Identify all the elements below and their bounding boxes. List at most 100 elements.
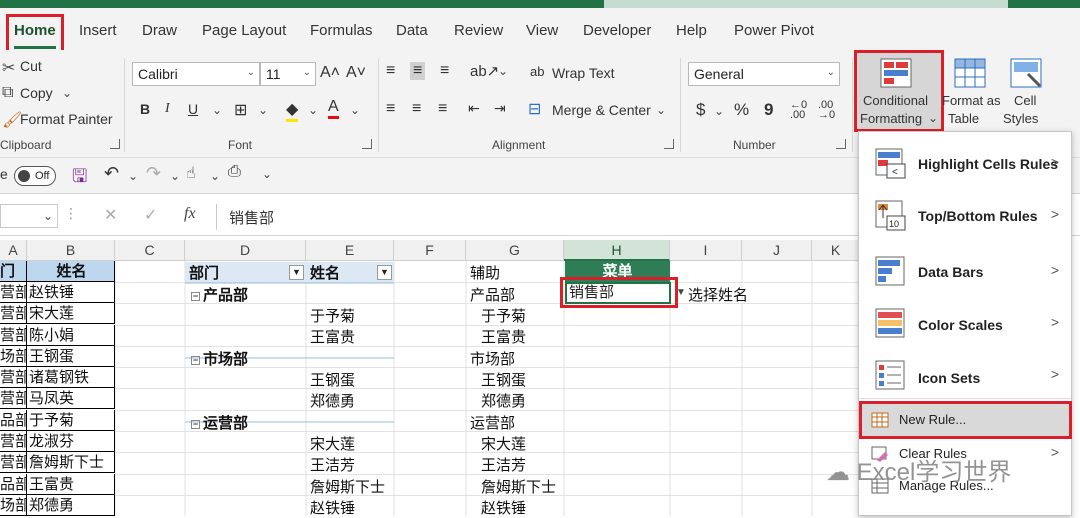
cell-b11[interactable]: 王富贵 <box>27 474 115 495</box>
pivot-item[interactable]: 于予菊 <box>310 305 355 326</box>
font-name-combo[interactable]: Calibri ⌄ <box>132 62 260 86</box>
pivot-group-market[interactable]: − 市场部 <box>191 348 248 369</box>
name-box[interactable]: ⌄ <box>0 204 58 228</box>
tab-formulas[interactable]: Formulas <box>310 22 373 39</box>
chevron-down-icon[interactable]: ⌄ <box>308 103 318 117</box>
column-header-c[interactable]: C <box>115 240 185 261</box>
cell-b1[interactable]: 姓名 <box>27 261 115 282</box>
chevron-down-icon[interactable]: ⌄ <box>350 103 360 117</box>
tab-developer[interactable]: Developer <box>583 22 651 39</box>
currency-button[interactable]: $ <box>696 100 705 120</box>
align-middle-icon[interactable]: ≡ <box>410 62 426 80</box>
number-format-combo[interactable]: General ⌄ <box>688 62 840 86</box>
cell-g1[interactable]: 辅助 <box>470 262 500 283</box>
percent-button[interactable]: % <box>734 100 749 120</box>
alignment-launcher-icon[interactable] <box>664 139 674 149</box>
increase-decimal-icon[interactable]: ←0.00 <box>790 100 807 121</box>
cell-g12[interactable]: 赵铁锤 <box>481 497 526 518</box>
column-header-g[interactable]: G <box>466 240 564 261</box>
cell-g7[interactable]: 郑德勇 <box>481 390 526 411</box>
column-header-j[interactable]: J <box>742 240 812 261</box>
cell-g6[interactable]: 王钢蛋 <box>481 369 526 390</box>
chevron-down-icon[interactable]: ⌄ <box>212 103 222 117</box>
cell-a3[interactable]: 营部 <box>0 303 27 324</box>
column-header-i[interactable]: I <box>670 240 742 261</box>
font-launcher-icon[interactable] <box>362 139 372 149</box>
pivot-item[interactable]: 郑德勇 <box>310 390 355 411</box>
collapse-icon[interactable]: − <box>191 420 200 429</box>
merge-center-button[interactable]: Merge & Center <box>552 102 651 118</box>
cell-a11[interactable]: 品部 <box>0 474 27 495</box>
cell-a12[interactable]: 场部 <box>0 495 27 516</box>
format-as-table-icon[interactable] <box>954 58 988 90</box>
cell-g3[interactable]: 于予菊 <box>481 305 526 326</box>
enter-icon[interactable]: ✓ <box>144 205 157 225</box>
cell-a6[interactable]: 营部 <box>0 367 27 388</box>
pivot-item[interactable]: 宋大莲 <box>310 433 355 454</box>
cell-b3[interactable]: 宋大莲 <box>27 303 115 324</box>
pivot-item[interactable]: 王洁芳 <box>310 454 355 475</box>
redo-icon[interactable]: ↷ <box>146 163 161 184</box>
cell-g5[interactable]: 市场部 <box>470 348 515 369</box>
tab-draw[interactable]: Draw <box>142 22 177 39</box>
column-header-b[interactable]: B <box>27 240 115 261</box>
chevron-down-icon[interactable]: ⌄ <box>258 103 268 117</box>
pivot-item[interactable]: 王富贵 <box>310 326 355 347</box>
decrease-indent-icon[interactable]: ⇤ <box>468 100 480 117</box>
cell-g10[interactable]: 王洁芳 <box>481 454 526 475</box>
orientation-icon[interactable]: ab↗ <box>470 62 499 80</box>
tab-page-layout[interactable]: Page Layout <box>202 22 286 39</box>
tab-data[interactable]: Data <box>396 22 428 39</box>
pivot-item[interactable]: 王钢蛋 <box>310 369 355 390</box>
save-icon[interactable]: 🖫 <box>72 164 87 194</box>
menu-item-color-scales[interactable]: Color Scales > <box>859 296 1071 348</box>
cell-a10[interactable]: 营部 <box>0 452 27 473</box>
borders-icon[interactable]: ⊞ <box>234 100 247 120</box>
collapse-icon[interactable]: − <box>191 356 200 365</box>
cell-styles-icon[interactable] <box>1010 58 1044 90</box>
filter-dropdown-icon[interactable]: ▼ <box>377 265 392 280</box>
chevron-down-icon[interactable]: ⌄ <box>714 104 724 118</box>
cell-g11[interactable]: 詹姆斯下士 <box>481 476 556 497</box>
font-size-combo[interactable]: 11 ⌄ <box>260 62 316 86</box>
chevron-down-icon[interactable]: ⌄ <box>210 169 220 183</box>
collapse-icon[interactable]: − <box>191 292 200 301</box>
font-color-icon[interactable]: A <box>328 98 339 119</box>
chevron-down-icon[interactable]: ⌄ <box>62 86 72 100</box>
validation-dropdown-icon[interactable]: ▼ <box>676 287 686 298</box>
align-bottom-icon[interactable]: ≡ <box>440 62 449 80</box>
column-header-e[interactable]: E <box>306 240 394 261</box>
align-top-icon[interactable]: ≡ <box>386 62 395 80</box>
copy-button[interactable]: Copy <box>20 85 53 101</box>
cell-g9[interactable]: 宋大莲 <box>481 433 526 454</box>
pivot-group-product[interactable]: − 产品部 <box>191 284 248 305</box>
cell-g2[interactable]: 产品部 <box>470 284 515 305</box>
cancel-icon[interactable]: ✕ <box>104 205 117 225</box>
tab-help[interactable]: Help <box>676 22 707 39</box>
insert-function-button[interactable]: fx <box>184 205 196 223</box>
align-center-icon[interactable]: ≡ <box>412 100 421 118</box>
filter-dropdown-icon[interactable]: ▼ <box>289 265 304 280</box>
format-as-table-label[interactable]: Format as <box>942 93 1001 108</box>
cell-a7[interactable]: 营部 <box>0 388 27 409</box>
cell-a5[interactable]: 场部 <box>0 346 27 367</box>
cell-b6[interactable]: 诸葛钢铁 <box>27 367 115 388</box>
cell-b8[interactable]: 于予菊 <box>27 410 115 431</box>
column-header-h[interactable]: H <box>564 240 670 261</box>
bold-button[interactable]: B <box>140 101 150 117</box>
pivot-item[interactable]: 赵铁锤 <box>310 497 355 518</box>
cell-a2[interactable]: 营部 <box>0 282 27 303</box>
camera-icon[interactable]: ⎙ <box>228 163 241 181</box>
increase-indent-icon[interactable]: ⇥ <box>494 100 506 117</box>
cell-g8[interactable]: 运营部 <box>470 412 515 433</box>
menu-item-icon-sets[interactable]: Icon Sets > <box>859 348 1071 400</box>
pivot-group-ops[interactable]: − 运营部 <box>191 412 248 433</box>
decrease-font-icon[interactable]: A˅ <box>346 64 366 82</box>
chevron-down-icon[interactable]: ⌄ <box>170 169 180 183</box>
cell-styles-label[interactable]: Cell <box>1014 93 1036 108</box>
number-launcher-icon[interactable] <box>836 139 846 149</box>
cell-a8[interactable]: 品部 <box>0 410 27 431</box>
tab-power-pivot[interactable]: Power Pivot <box>734 22 814 39</box>
cell-i2[interactable]: 选择姓名 <box>688 284 748 305</box>
cell-b5[interactable]: 王钢蛋 <box>27 346 115 367</box>
